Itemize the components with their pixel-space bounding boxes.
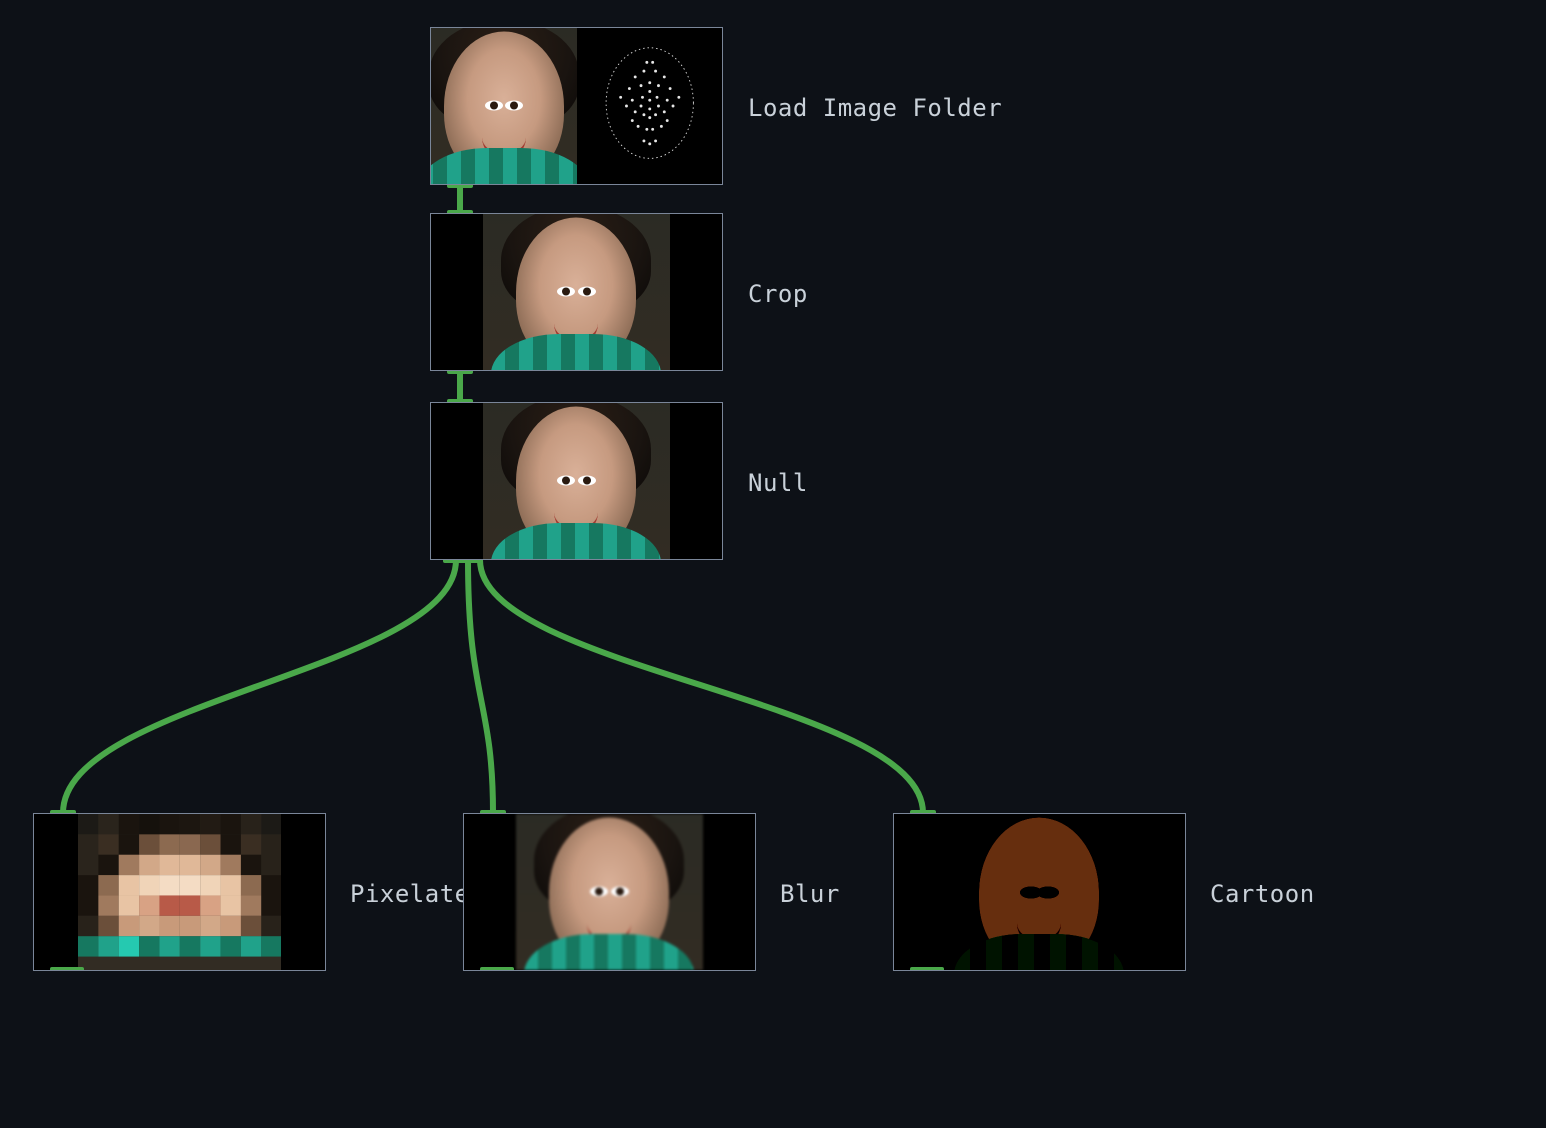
thumbnail-face-null xyxy=(483,403,669,559)
edge-null-cartoon xyxy=(480,560,923,813)
node-label-load: Load Image Folder xyxy=(748,94,1002,122)
node-label-null: Null xyxy=(748,469,808,497)
thumbnail-face-cropped xyxy=(483,214,669,370)
thumbnail-face-cartoon xyxy=(914,814,1164,970)
node-label-cartoon: Cartoon xyxy=(1210,880,1315,908)
node-crop[interactable] xyxy=(430,213,723,371)
output-port[interactable] xyxy=(480,967,514,971)
node-label-crop: Crop xyxy=(748,280,808,308)
output-port[interactable] xyxy=(50,967,84,971)
node-blur[interactable] xyxy=(463,813,756,971)
node-cartoon[interactable] xyxy=(893,813,1186,971)
thumbnail-face-pointcloud xyxy=(577,28,723,184)
node-load-image-folder[interactable] xyxy=(430,27,723,185)
edge-null-blur xyxy=(468,560,493,813)
thumbnail-face-pixelated xyxy=(78,814,282,970)
node-label-pixelate: Pixelate xyxy=(350,880,470,908)
node-null[interactable] xyxy=(430,402,723,560)
node-graph-canvas[interactable]: Load Image Folder Crop Null xyxy=(0,0,1546,1128)
edge-null-pixelate xyxy=(63,560,456,813)
node-pixelate[interactable] xyxy=(33,813,326,971)
node-label-blur: Blur xyxy=(780,880,840,908)
thumbnail-face-blur xyxy=(516,814,702,970)
output-port[interactable] xyxy=(910,967,944,971)
thumbnail-face xyxy=(431,28,577,184)
